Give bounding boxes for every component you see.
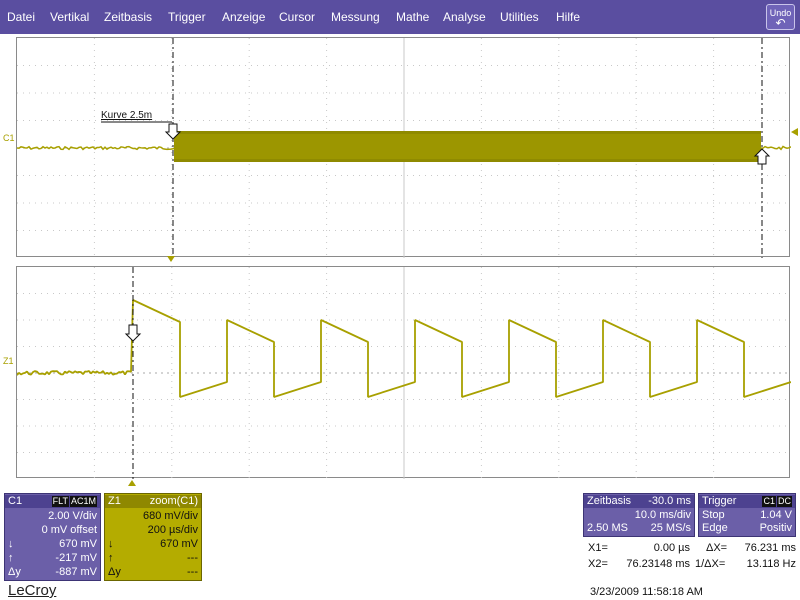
undo-button[interactable]: Undo ↶: [766, 4, 795, 30]
timebase-descriptor[interactable]: Zeitbasis -30.0 ms 10.0 ms/div 2.50 MS 2…: [583, 493, 695, 537]
bottom-trace-svg: [17, 267, 791, 479]
menu-mathe[interactable]: Mathe: [396, 10, 429, 24]
top-grid[interactable]: [16, 37, 791, 258]
z1-up-value: ---: [187, 552, 198, 564]
menu-hilfe[interactable]: Hilfe: [556, 10, 580, 24]
trigger-descriptor[interactable]: Trigger C1 DC Stop 1.04 V Edge Positiv: [698, 493, 796, 537]
c1-down-value: 670 mV: [59, 538, 97, 550]
z1-descriptor[interactable]: Z1 zoom(C1) 680 mV/div 200 µs/div ↓ 670 m…: [104, 493, 202, 581]
trigger-mode: Stop: [702, 509, 725, 521]
menu-datei[interactable]: Datei: [7, 10, 35, 24]
top-channel-label: C1: [3, 133, 15, 143]
z1-name: Z1: [108, 495, 121, 507]
timebase-delay: -30.0 ms: [648, 495, 691, 507]
c1-tail-trace: [760, 145, 791, 151]
trigger-source: C1: [762, 496, 776, 507]
timebase-title: Zeitbasis: [587, 495, 632, 507]
z1-dy-value: ---: [187, 566, 198, 578]
timebase-samples: 2.50 MS: [587, 522, 628, 534]
z1-dy-label: Δy: [108, 566, 121, 578]
menu-anzeige[interactable]: Anzeige: [222, 10, 265, 24]
c1-dy-label: Δy: [8, 566, 21, 578]
trigger-coupling: DC: [777, 496, 792, 507]
menu-utilities[interactable]: Utilities: [500, 10, 539, 24]
lecroy-logo: LeCroy: [8, 582, 57, 599]
c1-up-arrow-icon: ↑: [8, 552, 14, 564]
dx-value: 76.231 ms: [744, 542, 796, 554]
top-annotation: Kurve 2.5m: [101, 110, 153, 121]
dx-label: ΔX=: [706, 542, 728, 554]
menu-cursor[interactable]: Cursor: [279, 10, 315, 24]
menu-bar: Datei Vertikal Zeitbasis Trigger Anzeige…: [0, 0, 800, 34]
c1-offset: 0 mV offset: [41, 524, 97, 536]
menu-messung[interactable]: Messung: [331, 10, 380, 24]
menu-analyse[interactable]: Analyse: [443, 10, 486, 24]
trigger-level-marker-icon[interactable]: [791, 128, 798, 136]
c1-tag-filter: FLT: [51, 496, 69, 507]
undo-icon: ↶: [775, 16, 786, 30]
bottom-grid[interactable]: [16, 266, 791, 479]
menu-zeitbasis[interactable]: Zeitbasis: [104, 10, 152, 24]
c1-up-value: -217 mV: [55, 552, 97, 564]
bottom-trigger-position-icon[interactable]: [128, 480, 136, 486]
c1-dy-value: -887 mV: [55, 566, 97, 578]
timebase-tdiv: 10.0 ms/div: [634, 509, 691, 521]
c1-descriptor[interactable]: C1 FLT AC1M 2.00 V/div 0 mV offset ↓ 670 m…: [4, 493, 101, 581]
x1-label: X1=: [588, 542, 608, 554]
c1-vdiv: 2.00 V/div: [48, 510, 97, 522]
x2-value: 76.23148 ms: [626, 558, 690, 570]
z1-tdiv: 200 µs/div: [147, 524, 198, 536]
inv-dx-label: 1/ΔX=: [695, 558, 726, 570]
timebase-rate: 25 MS/s: [650, 522, 691, 534]
top-trigger-position-icon[interactable]: [167, 256, 175, 262]
top-trace-svg: [17, 38, 791, 258]
z1-up-arrow-icon: ↑: [108, 552, 114, 564]
trigger-type: Edge: [702, 522, 728, 534]
menu-trigger[interactable]: Trigger: [168, 10, 206, 24]
trigger-title: Trigger: [702, 495, 737, 507]
z1-source: zoom(C1): [149, 495, 198, 507]
bottom-channel-label: Z1: [3, 356, 14, 366]
trigger-level: 1.04 V: [760, 509, 792, 521]
z1-cursor-down-arrow-icon: [124, 324, 142, 342]
trigger-slope: Positiv: [759, 522, 792, 534]
z1-down-value: 670 mV: [160, 538, 198, 550]
timestamp: 3/23/2009 11:58:18 AM: [590, 586, 703, 598]
c1-down-arrow-icon: ↓: [8, 538, 14, 550]
c1-tag-coupling: AC1M: [69, 496, 97, 507]
c1-baseline-trace: [17, 145, 176, 151]
z1-vdiv: 680 mV/div: [142, 510, 198, 522]
menu-vertikal[interactable]: Vertikal: [50, 10, 89, 24]
x2-label: X2=: [588, 558, 608, 570]
c1-name: C1: [8, 495, 23, 507]
x1-value: 0.00 µs: [653, 542, 690, 554]
z1-down-arrow-icon: ↓: [108, 538, 114, 550]
inv-dx-value: 13.118 Hz: [746, 558, 796, 570]
c1-burst-fill: [174, 134, 761, 159]
